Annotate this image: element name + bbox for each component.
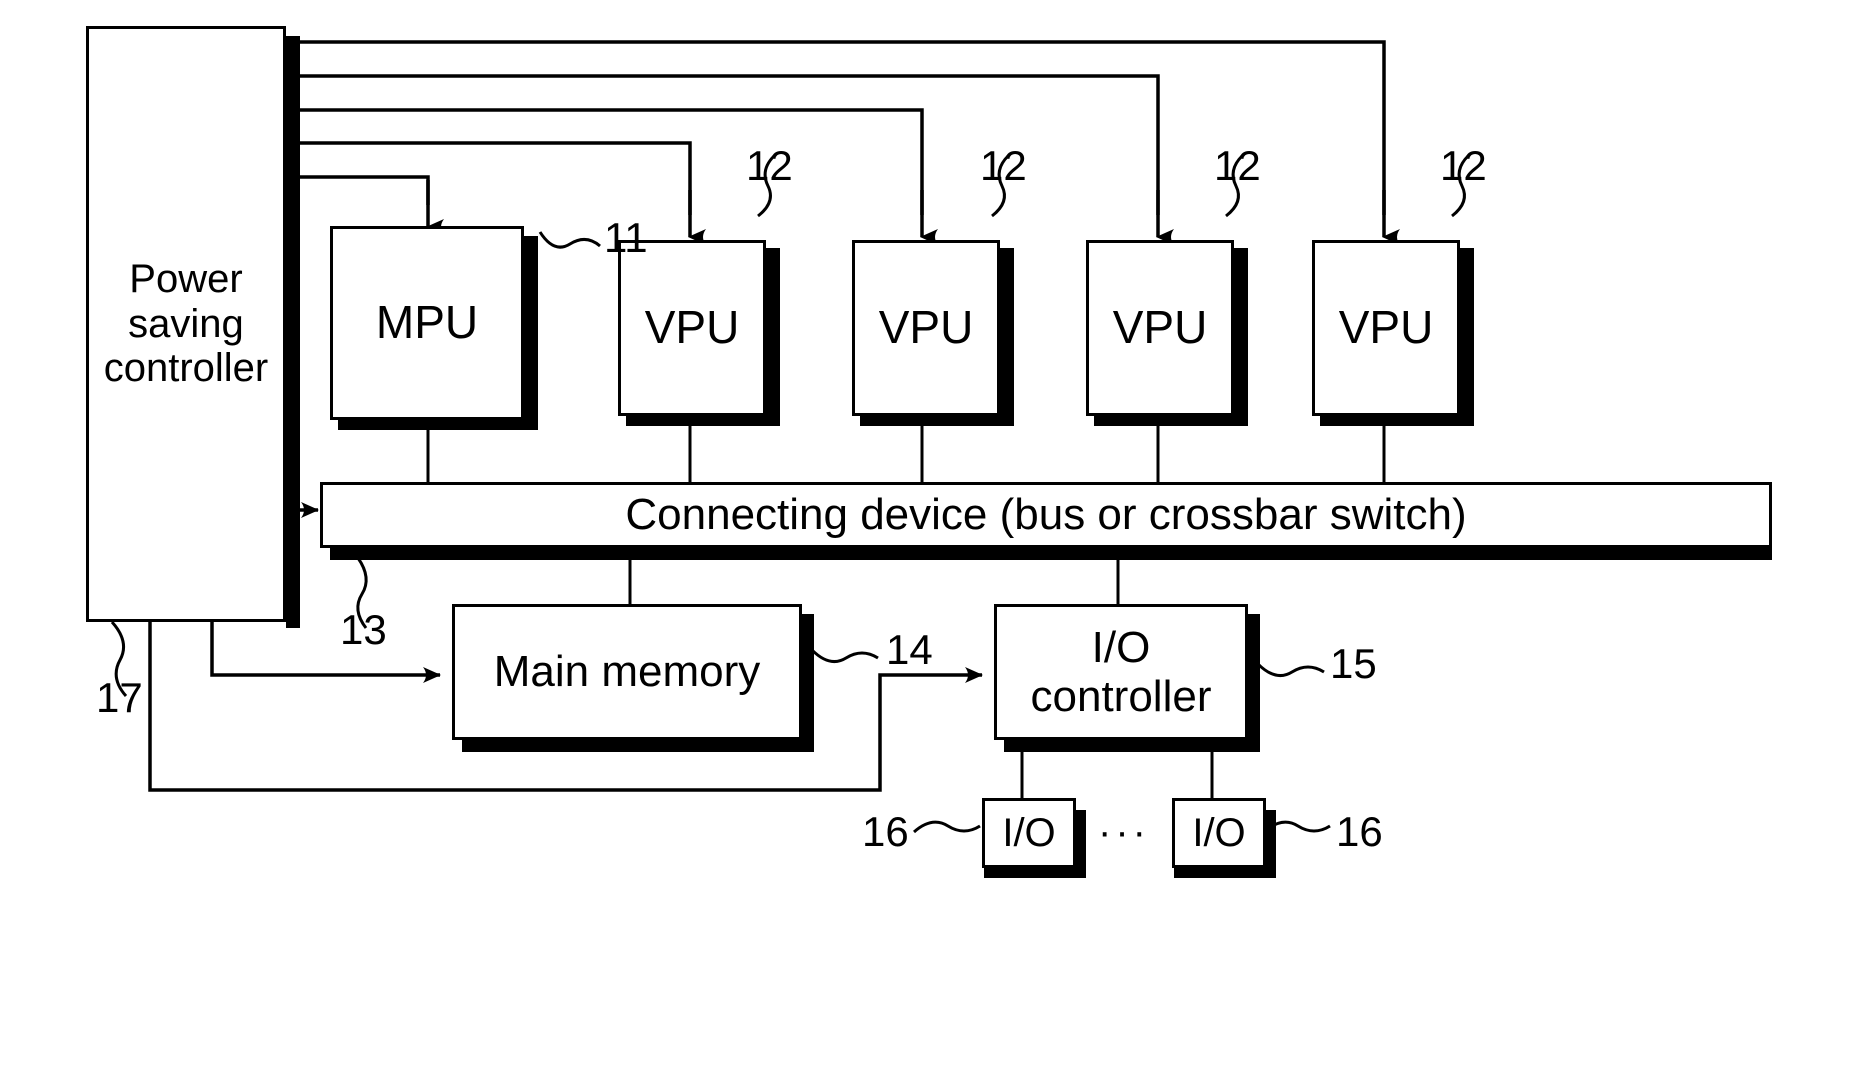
mpu-block[interactable]: MPU (330, 226, 524, 420)
main-memory-block[interactable]: Main memory (452, 604, 802, 740)
shadow-mpu (524, 236, 538, 428)
io-device-right[interactable]: I/O (1172, 798, 1266, 868)
shadow-io-controller (1246, 614, 1260, 750)
ref-numeral-11: 11 (604, 214, 648, 261)
shadow-io-controller-b (1004, 738, 1260, 752)
ref-numeral-12-c: 12 (1214, 142, 1261, 189)
patent-figure: Power saving controller MPU VPU VPU VPU … (0, 0, 1872, 1092)
vpu-block-4[interactable]: VPU (1312, 240, 1460, 416)
shadow-vpu-1 (766, 248, 780, 426)
shadow-psc (286, 36, 300, 628)
shadow-vpu-3 (1234, 248, 1248, 426)
io-device-left[interactable]: I/O (982, 798, 1076, 868)
ref-numeral-16-right: 16 (1336, 808, 1383, 855)
ref-numeral-15: 15 (1330, 640, 1377, 687)
ref-numeral-12-b: 12 (980, 142, 1027, 189)
shadow-vpu-2 (1000, 248, 1014, 426)
ref-numeral-14: 14 (886, 626, 933, 673)
connecting-device-block[interactable]: Connecting device (bus or crossbar switc… (320, 482, 1772, 548)
power-saving-controller-block[interactable]: Power saving controller (86, 26, 286, 622)
ref-numeral-17: 17 (96, 674, 143, 721)
vpu-block-1[interactable]: VPU (618, 240, 766, 416)
ref-numeral-13: 13 (340, 606, 387, 653)
ref-numeral-16-left: 16 (862, 808, 909, 855)
shadow-main-memory-b (462, 738, 814, 752)
shadow-connecting-device (330, 546, 1772, 560)
io-devices-ellipsis: ··· (1098, 810, 1150, 854)
shadow-vpu-4 (1460, 248, 1474, 426)
vpu-block-2[interactable]: VPU (852, 240, 1000, 416)
io-controller-block[interactable]: I/O controller (994, 604, 1248, 740)
shadow-main-memory (800, 614, 814, 750)
ref-numeral-12-d: 12 (1440, 142, 1487, 189)
vpu-block-3[interactable]: VPU (1086, 240, 1234, 416)
ref-numeral-12-a: 12 (746, 142, 793, 189)
